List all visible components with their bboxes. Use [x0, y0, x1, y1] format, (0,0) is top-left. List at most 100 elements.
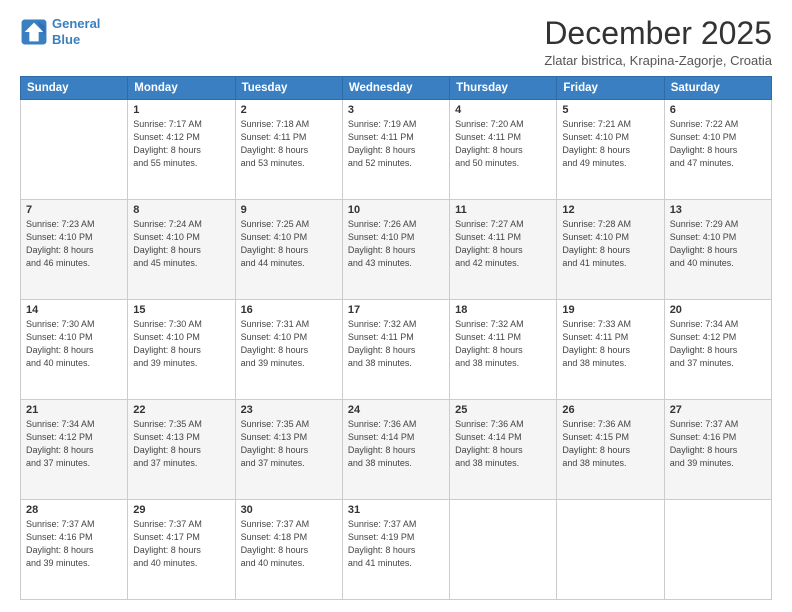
- day-number: 16: [241, 304, 337, 316]
- day-info: Sunrise: 7:19 AMSunset: 4:11 PMDaylight:…: [348, 118, 444, 170]
- logo-line1: General: [52, 16, 100, 31]
- day-number: 28: [26, 504, 122, 516]
- day-info: Sunrise: 7:31 AMSunset: 4:10 PMDaylight:…: [241, 318, 337, 370]
- calendar-cell: 14 Sunrise: 7:30 AMSunset: 4:10 PMDayligh…: [21, 300, 128, 400]
- day-info: Sunrise: 7:36 AMSunset: 4:14 PMDaylight:…: [348, 418, 444, 470]
- day-number: 27: [670, 404, 766, 416]
- day-info: Sunrise: 7:37 AMSunset: 4:18 PMDaylight:…: [241, 518, 337, 570]
- calendar-week-row: 28Sunrise: 7:37 AMSunset: 4:16 PMDayligh…: [21, 500, 772, 600]
- day-info: Sunrise: 7:17 AMSunset: 4:12 PMDaylight:…: [133, 118, 229, 170]
- day-number: 15: [133, 304, 229, 316]
- main-title: December 2025: [544, 16, 772, 51]
- day-number: 8: [133, 204, 229, 216]
- calendar-cell: 5 Sunrise: 7:21 AMSunset: 4:10 PMDaylight…: [557, 100, 664, 200]
- day-info: Sunrise: 7:33 AMSunset: 4:11 PMDaylight:…: [562, 318, 658, 370]
- calendar-cell: 10Sunrise: 7:26 AMSunset: 4:10 PMDayligh…: [342, 200, 449, 300]
- day-info: Sunrise: 7:36 AMSunset: 4:14 PMDaylight:…: [455, 418, 551, 470]
- day-number: 18: [455, 304, 551, 316]
- day-number: 23: [241, 404, 337, 416]
- calendar-week-row: 14 Sunrise: 7:30 AMSunset: 4:10 PMDayligh…: [21, 300, 772, 400]
- calendar-cell: 24 Sunrise: 7:36 AMSunset: 4:14 PMDayligh…: [342, 400, 449, 500]
- calendar-cell: 17Sunrise: 7:32 AMSunset: 4:11 PMDayligh…: [342, 300, 449, 400]
- calendar-cell: 29Sunrise: 7:37 AMSunset: 4:17 PMDayligh…: [128, 500, 235, 600]
- day-number: 14: [26, 304, 122, 316]
- calendar-cell: [21, 100, 128, 200]
- day-info: Sunrise: 7:37 AMSunset: 4:17 PMDaylight:…: [133, 518, 229, 570]
- day-number: 19: [562, 304, 658, 316]
- calendar-header-monday: Monday: [128, 77, 235, 100]
- day-info: Sunrise: 7:30 AMSunset: 4:10 PMDaylight:…: [26, 318, 122, 370]
- day-number: 22: [133, 404, 229, 416]
- calendar-cell: 23 Sunrise: 7:35 AMSunset: 4:13 PMDayligh…: [235, 400, 342, 500]
- calendar-cell: 13 Sunrise: 7:29 AMSunset: 4:10 PMDayligh…: [664, 200, 771, 300]
- day-info: Sunrise: 7:23 AMSunset: 4:10 PMDaylight:…: [26, 218, 122, 270]
- day-info: Sunrise: 7:30 AMSunset: 4:10 PMDaylight:…: [133, 318, 229, 370]
- day-number: 2: [241, 104, 337, 116]
- day-number: 25: [455, 404, 551, 416]
- calendar-cell: 22 Sunrise: 7:35 AMSunset: 4:13 PMDayligh…: [128, 400, 235, 500]
- day-info: Sunrise: 7:36 AMSunset: 4:15 PMDaylight:…: [562, 418, 658, 470]
- calendar-cell: 8 Sunrise: 7:24 AMSunset: 4:10 PMDaylight…: [128, 200, 235, 300]
- day-info: Sunrise: 7:18 AMSunset: 4:11 PMDaylight:…: [241, 118, 337, 170]
- calendar-cell: [450, 500, 557, 600]
- calendar-cell: 15 Sunrise: 7:30 AMSunset: 4:10 PMDayligh…: [128, 300, 235, 400]
- day-info: Sunrise: 7:37 AMSunset: 4:19 PMDaylight:…: [348, 518, 444, 570]
- day-number: 17: [348, 304, 444, 316]
- calendar-cell: 6 Sunrise: 7:22 AMSunset: 4:10 PMDaylight…: [664, 100, 771, 200]
- day-number: 13: [670, 204, 766, 216]
- day-info: Sunrise: 7:28 AMSunset: 4:10 PMDaylight:…: [562, 218, 658, 270]
- calendar-week-row: 21Sunrise: 7:34 AMSunset: 4:12 PMDayligh…: [21, 400, 772, 500]
- page: General Blue December 2025 Zlatar bistri…: [0, 0, 792, 612]
- calendar-cell: 3 Sunrise: 7:19 AMSunset: 4:11 PMDaylight…: [342, 100, 449, 200]
- logo: General Blue: [20, 16, 100, 47]
- calendar-cell: 19 Sunrise: 7:33 AMSunset: 4:11 PMDayligh…: [557, 300, 664, 400]
- day-info: Sunrise: 7:25 AMSunset: 4:10 PMDaylight:…: [241, 218, 337, 270]
- day-number: 3: [348, 104, 444, 116]
- calendar-cell: 25 Sunrise: 7:36 AMSunset: 4:14 PMDayligh…: [450, 400, 557, 500]
- title-block: December 2025 Zlatar bistrica, Krapina-Z…: [544, 16, 772, 68]
- calendar-cell: 18Sunrise: 7:32 AMSunset: 4:11 PMDayligh…: [450, 300, 557, 400]
- calendar-cell: 27Sunrise: 7:37 AMSunset: 4:16 PMDayligh…: [664, 400, 771, 500]
- header: General Blue December 2025 Zlatar bistri…: [20, 16, 772, 68]
- calendar-header-saturday: Saturday: [664, 77, 771, 100]
- day-info: Sunrise: 7:29 AMSunset: 4:10 PMDaylight:…: [670, 218, 766, 270]
- day-number: 30: [241, 504, 337, 516]
- day-number: 26: [562, 404, 658, 416]
- logo-line2: Blue: [52, 32, 80, 47]
- day-info: Sunrise: 7:27 AMSunset: 4:11 PMDaylight:…: [455, 218, 551, 270]
- logo-text: General Blue: [52, 16, 100, 47]
- calendar-cell: 30 Sunrise: 7:37 AMSunset: 4:18 PMDayligh…: [235, 500, 342, 600]
- day-number: 21: [26, 404, 122, 416]
- day-number: 5: [562, 104, 658, 116]
- calendar-table: SundayMondayTuesdayWednesdayThursdayFrid…: [20, 76, 772, 600]
- day-info: Sunrise: 7:35 AMSunset: 4:13 PMDaylight:…: [133, 418, 229, 470]
- day-info: Sunrise: 7:24 AMSunset: 4:10 PMDaylight:…: [133, 218, 229, 270]
- day-number: 10: [348, 204, 444, 216]
- calendar-cell: 1 Sunrise: 7:17 AMSunset: 4:12 PMDaylight…: [128, 100, 235, 200]
- subtitle: Zlatar bistrica, Krapina-Zagorje, Croati…: [544, 53, 772, 68]
- calendar-cell: 21Sunrise: 7:34 AMSunset: 4:12 PMDayligh…: [21, 400, 128, 500]
- day-number: 1: [133, 104, 229, 116]
- day-number: 12: [562, 204, 658, 216]
- day-info: Sunrise: 7:22 AMSunset: 4:10 PMDaylight:…: [670, 118, 766, 170]
- day-info: Sunrise: 7:21 AMSunset: 4:10 PMDaylight:…: [562, 118, 658, 170]
- calendar-cell: 28Sunrise: 7:37 AMSunset: 4:16 PMDayligh…: [21, 500, 128, 600]
- day-number: 9: [241, 204, 337, 216]
- calendar-header-tuesday: Tuesday: [235, 77, 342, 100]
- day-number: 31: [348, 504, 444, 516]
- calendar-week-row: 1 Sunrise: 7:17 AMSunset: 4:12 PMDaylight…: [21, 100, 772, 200]
- calendar-cell: 9 Sunrise: 7:25 AMSunset: 4:10 PMDaylight…: [235, 200, 342, 300]
- calendar-cell: 7Sunrise: 7:23 AMSunset: 4:10 PMDaylight…: [21, 200, 128, 300]
- day-number: 24: [348, 404, 444, 416]
- calendar-header-thursday: Thursday: [450, 77, 557, 100]
- day-number: 4: [455, 104, 551, 116]
- calendar-cell: 4 Sunrise: 7:20 AMSunset: 4:11 PMDaylight…: [450, 100, 557, 200]
- calendar-header-wednesday: Wednesday: [342, 77, 449, 100]
- day-info: Sunrise: 7:35 AMSunset: 4:13 PMDaylight:…: [241, 418, 337, 470]
- calendar-header-sunday: Sunday: [21, 77, 128, 100]
- day-info: Sunrise: 7:20 AMSunset: 4:11 PMDaylight:…: [455, 118, 551, 170]
- calendar-week-row: 7Sunrise: 7:23 AMSunset: 4:10 PMDaylight…: [21, 200, 772, 300]
- day-number: 6: [670, 104, 766, 116]
- calendar-cell: 2 Sunrise: 7:18 AMSunset: 4:11 PMDaylight…: [235, 100, 342, 200]
- logo-icon: [20, 18, 48, 46]
